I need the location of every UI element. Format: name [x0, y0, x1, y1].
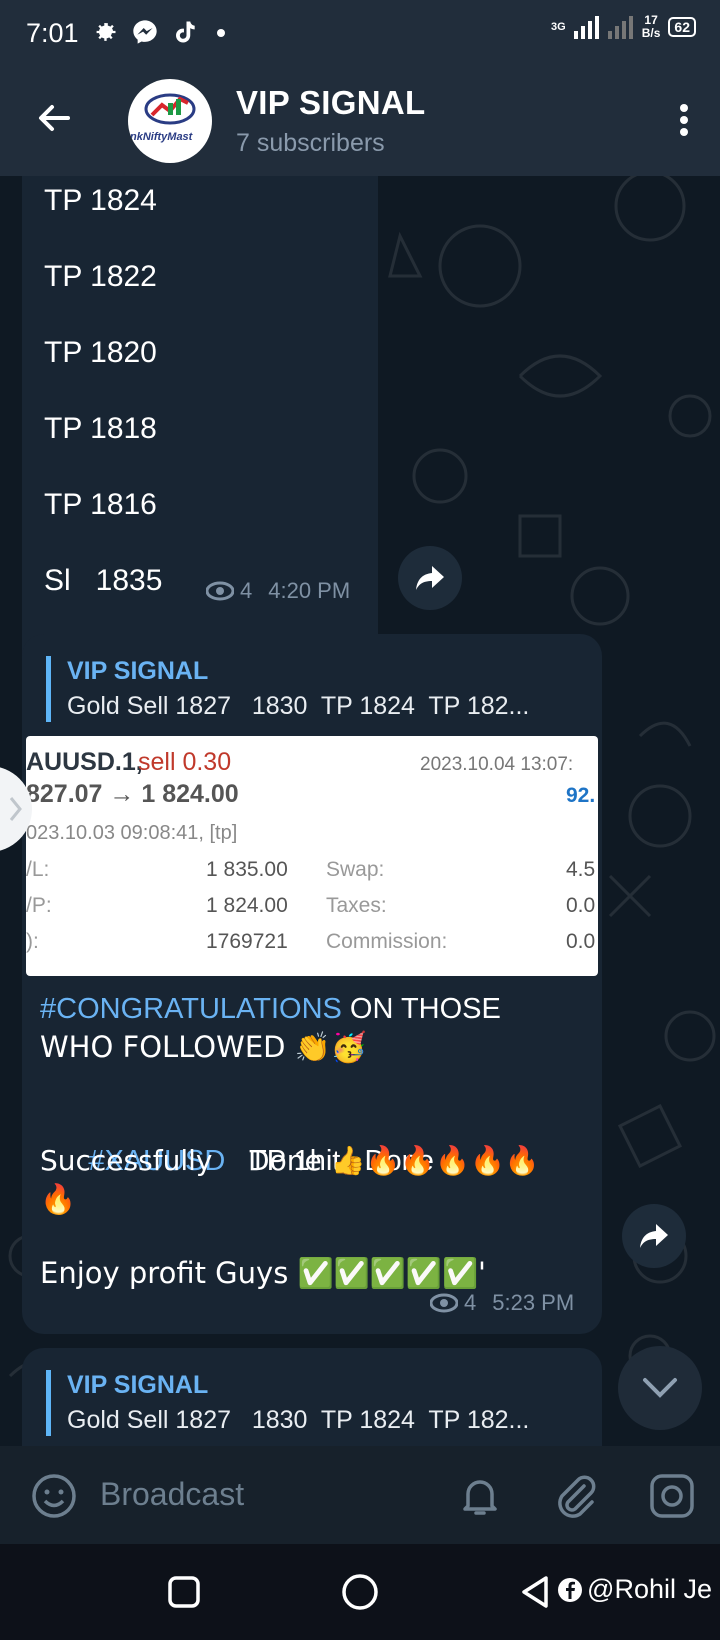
trade-prices: 827.07 → 1 824.00	[26, 780, 239, 808]
camera-icon[interactable]	[648, 1472, 696, 1520]
back-triangle-icon[interactable]	[516, 1572, 556, 1612]
reply-text: Gold Sell 1827 1830 TP 1824 TP 182...	[67, 1406, 530, 1434]
broadcast-input-bar: Broadcast	[0, 1446, 720, 1544]
forward-arrow-icon	[416, 566, 444, 590]
views-eye-icon	[430, 1293, 458, 1313]
message-line: TP 1816	[44, 488, 157, 521]
view-count: 4	[464, 1290, 477, 1315]
trade-label: Commission:	[326, 930, 448, 953]
message-text-line: 🔥	[40, 1182, 77, 1216]
tiktok-icon	[171, 18, 201, 48]
message-time: 4:20 PM	[268, 578, 351, 603]
trade-label: /L:	[26, 858, 50, 881]
reply-author: VIP SIGNAL	[67, 657, 209, 685]
message-line: Sl 1835	[44, 564, 163, 597]
battery-level: 62	[674, 19, 690, 35]
reply-text: Gold Sell 1827 1830 TP 1824 TP 182...	[67, 692, 530, 720]
chevron-down-icon	[643, 1378, 677, 1398]
watermark: @Rohil Je	[557, 1574, 712, 1605]
trade-screenshot-image[interactable]: AUUSD.1, sell 0.30 2023.10.04 13:07: 827…	[26, 736, 598, 976]
message-time: 5:23 PM	[492, 1290, 575, 1315]
trade-side: sell 0.30	[138, 748, 232, 776]
channel-title[interactable]: VIP SIGNAL	[236, 84, 425, 122]
notification-dot-icon	[216, 29, 225, 37]
message-line: TP 1818	[44, 412, 157, 445]
message-line: TP 1820	[44, 336, 157, 369]
message-text-line: Successfully Done 👍🔥🔥🔥🔥🔥	[40, 1144, 540, 1177]
trade-value: 1 835.00	[206, 858, 288, 881]
trade-value: 1 824.00	[206, 894, 288, 917]
message-line: TP 1822	[44, 260, 157, 293]
message-meta: 4 4:20 PM	[206, 578, 350, 604]
channel-logo-icon	[144, 93, 196, 125]
reply-author: VIP SIGNAL	[67, 1371, 209, 1399]
text-span: ON THOSE	[341, 993, 501, 1025]
messenger-icon	[131, 18, 161, 48]
recent-apps-icon[interactable]	[164, 1572, 204, 1612]
trade-label: Swap:	[326, 858, 385, 881]
message-text-line: #CONGRATULATIONS ON THOSE	[40, 990, 501, 1028]
status-time: 7:01	[26, 17, 79, 48]
chevron-right-icon	[9, 797, 22, 821]
network-type-label: 3G	[551, 21, 566, 33]
share-forward-button[interactable]	[398, 546, 462, 610]
back-arrow-icon[interactable]	[34, 98, 74, 138]
watermark-text: @Rohil Je	[587, 1574, 712, 1604]
emoji-icon[interactable]	[30, 1472, 78, 1520]
scroll-down-button[interactable]	[618, 1346, 702, 1430]
signal-weak-icon	[607, 16, 633, 39]
status-bar: 7:01 3G 17 B/s 62	[0, 0, 720, 66]
network-type: 3G	[551, 20, 566, 34]
channel-avatar[interactable]: nkNiftyMast	[128, 79, 212, 163]
status-right-group: 3G 17 B/s 62	[551, 14, 696, 40]
more-menu-icon[interactable]	[674, 100, 694, 140]
broadcast-input[interactable]: Broadcast	[100, 1476, 244, 1513]
reply-preview[interactable]: VIP SIGNAL Gold Sell 1827 1830 TP 1824 T…	[46, 1370, 578, 1436]
data-speed: 17 B/s	[642, 14, 661, 40]
chat-header: nkNiftyMast VIP SIGNAL 7 subscribers	[0, 66, 720, 176]
trade-label: ):	[26, 930, 39, 953]
settings-gear-icon	[91, 18, 121, 48]
message-line: TP 1824	[44, 184, 157, 217]
trade-symbol: AUUSD.1,	[26, 748, 143, 776]
message-bubble-partial[interactable]: VIP SIGNAL Gold Sell 1827 1830 TP 1824 T…	[22, 1348, 602, 1446]
message-text-line: Enjoy profit Guys ✅✅✅✅✅'	[40, 1256, 487, 1290]
trade-profit: 92.	[566, 784, 596, 807]
share-forward-button[interactable]	[622, 1204, 686, 1268]
message-text-line: WHO FOLLOWED 👏🥳	[40, 1030, 367, 1064]
trade-value: 0.0	[566, 894, 596, 917]
subscriber-count: 7 subscribers	[236, 129, 385, 157]
chat-area[interactable]: TP 1824 TP 1822 TP 1820 TP 1818 TP 1816 …	[0, 176, 720, 1446]
hashtag-link[interactable]: #CONGRATULATIONS	[40, 993, 342, 1025]
system-navigation-bar: @Rohil Je	[0, 1544, 720, 1640]
view-count: 4	[240, 578, 253, 603]
trade-label: /P:	[26, 894, 52, 917]
trade-close-date: 2023.10.04 13:07:	[420, 754, 574, 775]
bell-icon[interactable]	[456, 1472, 504, 1520]
message-meta: 4 5:23 PM	[430, 1290, 574, 1316]
trade-label: Taxes:	[326, 894, 387, 917]
trade-value: 4.5	[566, 858, 596, 881]
message-bubble-result[interactable]: VIP SIGNAL Gold Sell 1827 1830 TP 1824 T…	[22, 634, 602, 1334]
signal-strength-icon	[573, 16, 599, 39]
battery-icon: 62	[668, 17, 696, 37]
trade-open-date: 023.10.03 09:08:41, [tp]	[26, 822, 238, 844]
facebook-icon	[558, 1577, 583, 1602]
reply-preview[interactable]: VIP SIGNAL Gold Sell 1827 1830 TP 1824 T…	[46, 656, 578, 722]
speed-unit: B/s	[641, 26, 661, 40]
trade-value: 0.0	[566, 930, 596, 953]
views-eye-icon	[206, 581, 234, 601]
trade-value: 1769721	[206, 930, 288, 953]
attachment-paperclip-icon[interactable]	[552, 1472, 600, 1520]
home-icon[interactable]	[340, 1572, 380, 1612]
avatar-text: nkNiftyMast	[130, 131, 193, 143]
forward-arrow-icon	[640, 1224, 668, 1248]
